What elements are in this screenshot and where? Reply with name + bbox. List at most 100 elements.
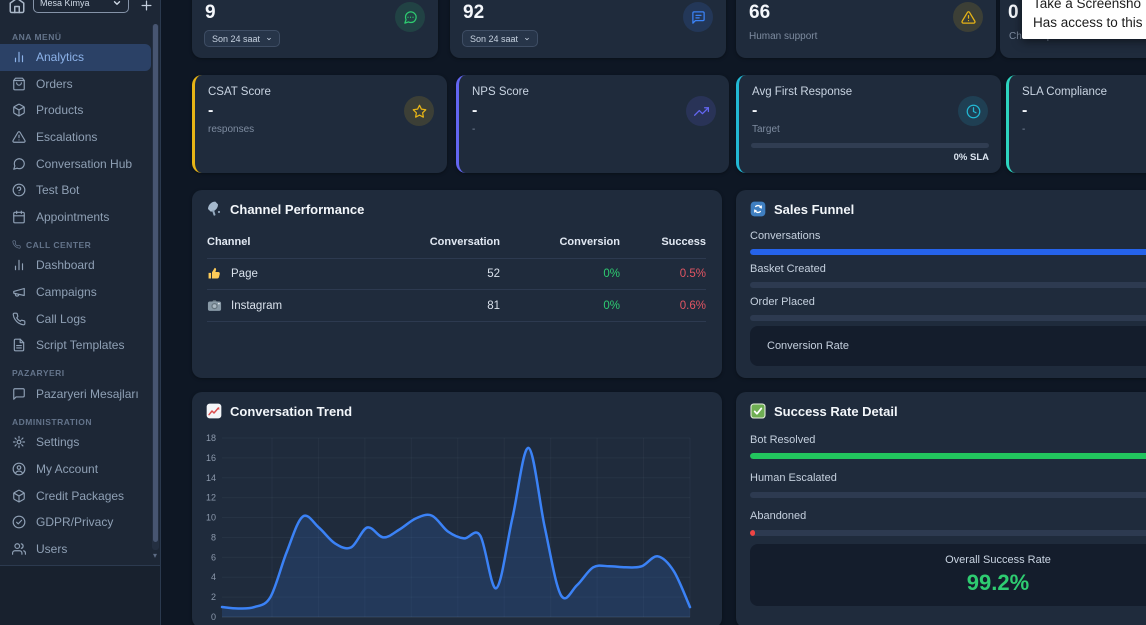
users-icon [12,542,26,556]
sidebar-item-orders[interactable]: Orders [0,71,151,98]
sidebar-item-analytics[interactable]: Analytics [0,44,151,71]
y-axis-tick: 10 [206,513,216,523]
panel-title-text: Sales Funnel [774,201,855,217]
section-label-text: PAZARYERI [12,368,65,379]
sidebar-item-script-templates[interactable]: Script Templates [0,332,151,359]
gear-icon [12,435,26,449]
scrollbar-down-arrow[interactable]: ▾ [151,551,159,560]
sidebar-item-label: Credit Packages [36,488,125,503]
browser-tooltip: Take a Screensho Has access to this [1022,0,1146,39]
star-icon [404,96,434,126]
package-icon [12,489,26,503]
trend-area-fill [222,447,690,617]
trending-up-icon [686,96,716,126]
channel-cell: Page [207,266,350,281]
panel-title-text: Conversation Trend [230,403,353,419]
panel-title-text: Channel Performance [230,201,365,217]
success-bar-track [750,453,1146,459]
satellite-dish-icon [206,201,222,217]
table-row[interactable]: Page 52 0% 0.5% [207,258,706,290]
kpi-period-select[interactable]: Son 24 saat [462,30,538,47]
tooltip-line-1: Take a Screensho [1033,0,1142,11]
refresh-arrows-icon [750,201,766,217]
y-axis-tick: 14 [206,473,216,483]
section-label-administration: ADMINISTRATION [0,407,160,429]
sidebar-item-call-logs[interactable]: Call Logs [0,305,151,332]
conversion-rate-box: Conversion Rate [750,326,1146,366]
sidebar-item-users[interactable]: Users [0,536,151,563]
success-bar-label: Human Escalated [750,472,837,484]
sidebar-item-label: Appointments [36,209,110,224]
card-subtitle: - [1022,124,1026,135]
add-workspace-button[interactable] [139,0,154,13]
sidebar-item-products[interactable]: Products [0,97,151,124]
sidebar-item-label: Script Templates [36,338,125,353]
kpi-period-select[interactable]: Son 24 saat [204,30,280,47]
card-subtitle: responses [208,124,255,135]
sidebar-scrollbar[interactable] [152,24,159,550]
sidebar-item-gdpr-privacy[interactable]: GDPR/Privacy [0,509,151,536]
kpi-value: 0 [1008,2,1019,23]
funnel-stage-label: Conversations [750,230,821,242]
channel-name: Page [231,267,258,280]
scrollbar-thumb[interactable] [153,24,158,542]
sidebar-item-label: Pazaryeri Mesajları [36,386,139,401]
nps-score-card: NPS Score - - [456,75,729,173]
success-bar-track [750,491,1146,498]
sidebar-menu: ANA MENÜ Analytics Orders Products Escalatio… [0,22,160,566]
section-label-text: ANA MENÜ [12,31,62,42]
y-axis-tick: 4 [211,572,216,582]
sidebar-item-appointments[interactable]: Appointments [0,204,151,231]
conversation-trend-chart: 0 2 4 6 8 10 12 14 16 18 [206,433,692,622]
success-bar-label: Abandoned [750,510,807,522]
sidebar-item-label: Products [36,103,84,118]
success-value: 0.5% [679,267,706,280]
calendar-icon [12,210,26,224]
sidebar-item-my-account[interactable]: My Account [0,456,151,483]
channel-cell: Instagram [207,298,350,313]
section-label-ana-men: ANA MENÜ [0,22,160,44]
card-title: NPS Score [472,86,529,98]
sidebar: Mesa Kimya ANA MENÜ Analytics Orders Produc… [0,0,161,625]
alert-triangle-icon [12,130,26,144]
chevron-down-icon [112,0,122,8]
kpi-card-3: 66 Human support [736,0,996,58]
sales-funnel-panel: Sales Funnel Conversion Rate Conversatio… [736,190,1146,378]
sidebar-item-label: Test Bot [36,183,80,198]
csat-score-card: CSAT Score - responses [192,75,447,173]
home-icon[interactable] [8,0,26,14]
funnel-stage-track [750,315,1146,321]
section-label-text: ADMINISTRATION [12,416,93,427]
sidebar-item-credit-packages[interactable]: Credit Packages [0,482,151,509]
file-text-icon [12,338,26,352]
help-circle-icon [12,183,26,197]
funnel-stage-track [750,249,1146,255]
conversion-value: 0% [603,299,620,312]
success-rate-panel: Success Rate Detail Overall Success Rate… [736,392,1146,625]
workspace-select[interactable]: Mesa Kimya [33,0,129,13]
card-subtitle: Target [752,124,780,135]
message-square-icon [12,387,26,401]
sidebar-item-settings[interactable]: Settings [0,429,151,456]
sidebar-item-pazaryeri-mesajlar[interactable]: Pazaryeri Mesajları [0,381,151,408]
table-row[interactable]: Instagram 81 0% 0.6% [207,290,706,322]
y-axis-tick: 2 [211,592,216,602]
sidebar-item-escalations[interactable]: Escalations [0,124,151,151]
message-square-icon [683,2,713,32]
sidebar-item-conversation-hub[interactable]: Conversation Hub [0,150,151,177]
overall-success-box: Overall Success Rate 99.2% [750,544,1146,606]
sidebar-item-label: My Account [36,462,99,477]
table-body: Page 52 0% 0.5% Instagram 81 0% 0.6% [207,258,706,322]
card-value: - [1022,102,1028,119]
sidebar-item-test-bot[interactable]: Test Bot [0,177,151,204]
message-circle-icon [12,157,26,171]
column-conversation: Conversation [429,236,500,248]
sidebar-item-campaigns[interactable]: Campaigns [0,279,151,306]
camera-icon [207,298,222,313]
sidebar-item-dashboard[interactable]: Dashboard [0,252,151,279]
check-mark-icon [750,403,766,419]
bar-chart-icon [12,50,26,64]
column-success: Success [661,236,706,248]
card-title: SLA Compliance [1022,86,1108,98]
card-title: Avg First Response [752,86,853,98]
